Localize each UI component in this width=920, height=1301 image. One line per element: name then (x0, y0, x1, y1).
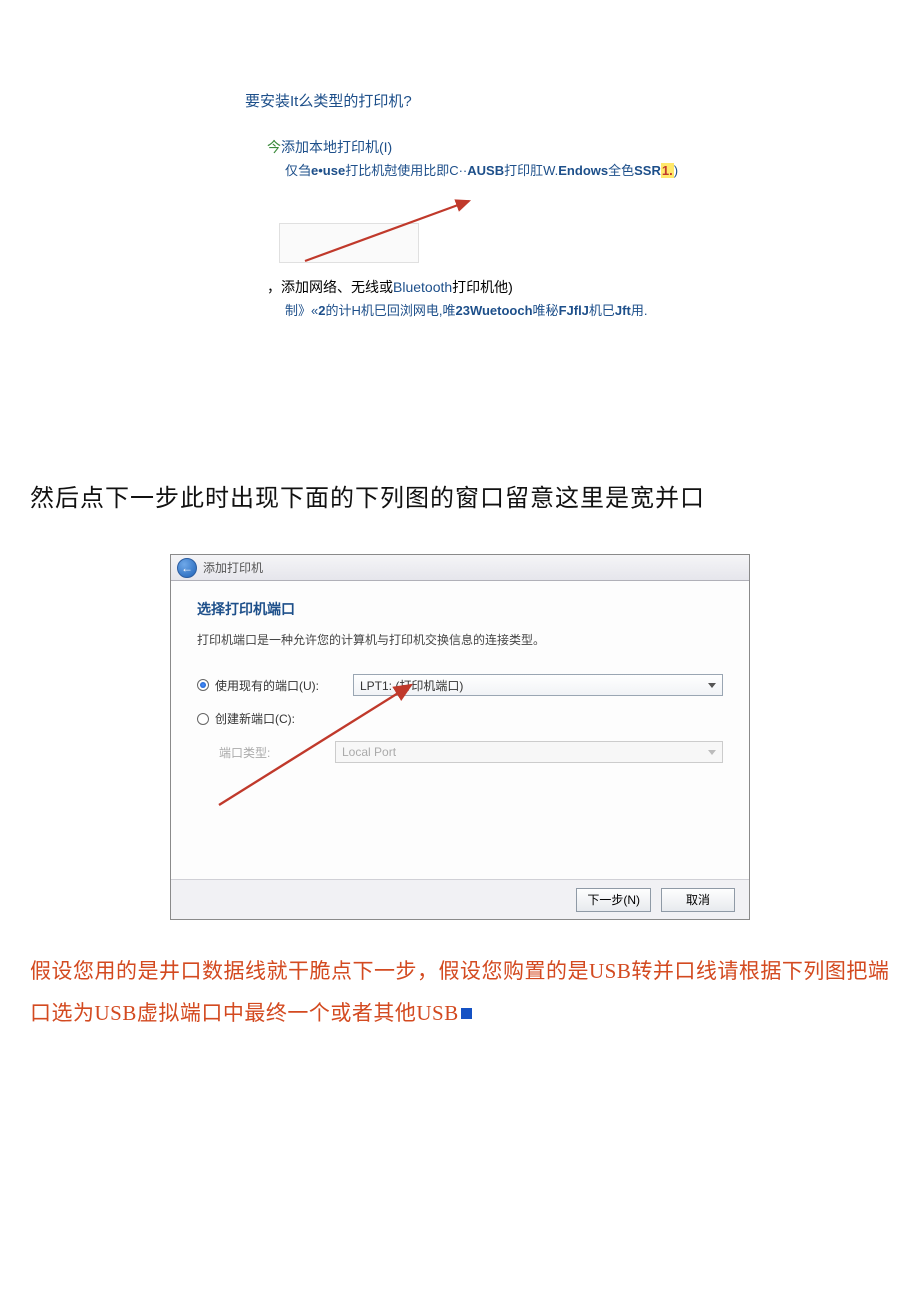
create-new-port-radio[interactable] (197, 713, 209, 725)
port-type-label: 端口类型: (219, 744, 335, 761)
create-new-port-row: 创建新端口(C): (197, 710, 723, 727)
dialog-footer: 下一步(N) 取消 (171, 879, 749, 919)
option-network-desc: 制》«2的计H机巳回浏网电,唯23Wuetooch唯秘FJflJ机巳Jft用. (285, 301, 725, 321)
port-type-value: Local Port (342, 745, 396, 759)
dialog-titlebar: ← 添加打印机 (171, 555, 749, 581)
instruction-paragraph-2: 假设您用的是井口数据线就干脆点下一步，假设您购置的是USB转并口线请根据下列图把… (30, 950, 890, 1034)
option-local-title: 今添加本地打印机(I) (267, 137, 725, 157)
dialog-title: 添加打印机 (203, 559, 263, 576)
chevron-down-icon (708, 750, 716, 755)
dialog-body: 选择打印机端口 打印机端口是一种允许您的计算机与打印机交换信息的连接类型。 使用… (171, 581, 749, 879)
use-existing-port-radio[interactable] (197, 679, 209, 691)
back-button[interactable]: ← (177, 558, 197, 578)
create-new-port-label: 创建新端口(C): (215, 710, 353, 727)
red-arrow-icon (299, 195, 499, 269)
port-type-row: 端口类型: Local Port (219, 741, 723, 763)
port-type-select: Local Port (335, 741, 723, 763)
arrow-annotation-1 (279, 195, 499, 269)
cancel-button[interactable]: 取消 (661, 888, 735, 912)
use-existing-port-row: 使用现有的端口(U): LPT1: (打印机端口) (197, 674, 723, 696)
option-network-title: ，添加网络、无线或Bluetooth打印机他) (267, 277, 725, 297)
use-existing-port-label: 使用现有的端口(U): (215, 677, 353, 694)
option-network-printer[interactable]: ，添加网络、无线或Bluetooth打印机他) 制》«2的计H机巳回浏网电,唯2… (267, 277, 725, 321)
chevron-down-icon (708, 683, 716, 688)
add-printer-dialog: ← 添加打印机 选择打印机端口 打印机端口是一种允许您的计算机与打印机交换信息的… (170, 554, 750, 920)
dialog-heading: 选择打印机端口 (197, 599, 723, 619)
back-arrow-icon: ← (181, 561, 193, 575)
end-square-icon (461, 1008, 472, 1019)
dialog-subtext: 打印机端口是一种允许您的计算机与打印机交换信息的连接类型。 (197, 631, 723, 648)
printer-type-block: 要安装It么类型的打印机? 今添加本地打印机(I) 仅刍e•use打比机尅使用比… (245, 90, 725, 320)
port-select[interactable]: LPT1: (打印机端口) (353, 674, 723, 696)
option-local-printer[interactable]: 今添加本地打印机(I) 仅刍e•use打比机尅使用比即C··AUSB打印肛W.E… (267, 137, 725, 181)
port-select-value: LPT1: (打印机端口) (360, 677, 463, 694)
option-local-desc: 仅刍e•use打比机尅使用比即C··AUSB打印肛W.Endows全色SSR1.… (285, 161, 725, 181)
next-button[interactable]: 下一步(N) (576, 888, 651, 912)
printer-type-question: 要安装It么类型的打印机? (245, 90, 725, 111)
instruction-paragraph-1: 然后点下一步此时出现下面的下列图的窗口留意这里是宽并口 (30, 480, 890, 518)
